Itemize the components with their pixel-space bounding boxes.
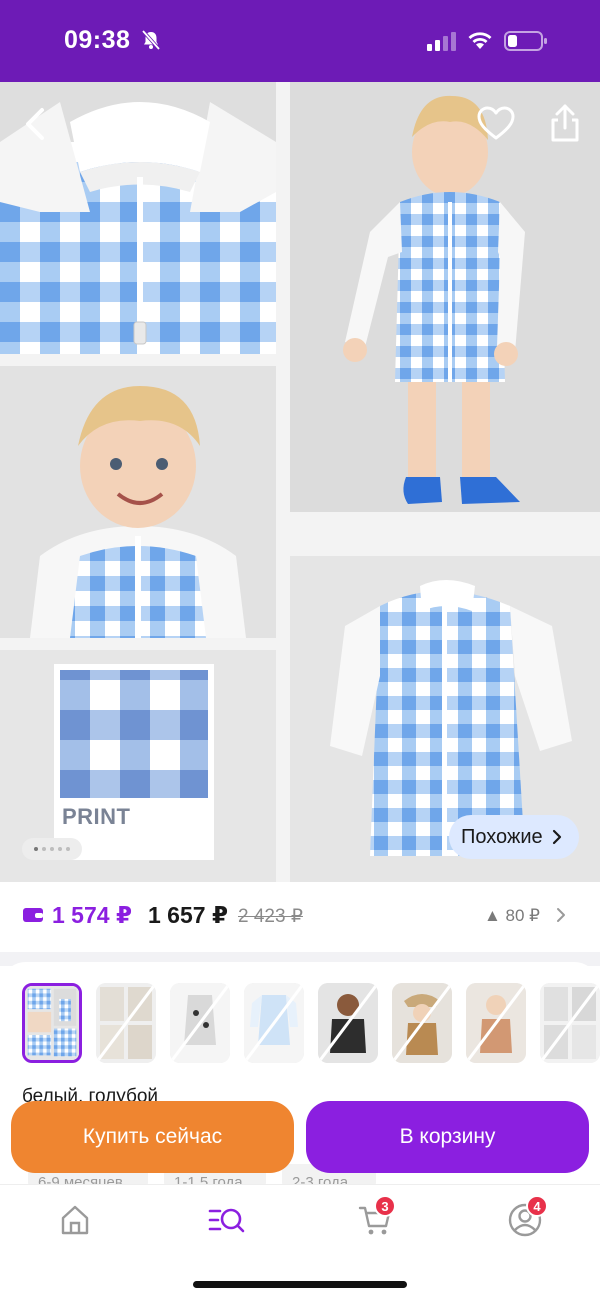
variant-thumb-unavailable[interactable] (96, 983, 156, 1063)
page-dot (42, 847, 46, 851)
product-photo-gallery[interactable]: PRINT (0, 82, 600, 882)
current-price: 1 657 ₽ (148, 902, 228, 928)
similar-label: Похожие (461, 825, 543, 848)
photo-child-smiling[interactable] (0, 366, 276, 638)
battery-icon (504, 31, 547, 51)
page-dot (50, 847, 54, 851)
price-change: ▲ 80 ₽ (484, 906, 540, 925)
page-dot (34, 847, 38, 851)
page-dot (58, 847, 62, 851)
old-price: 2 423 ₽ (238, 906, 303, 927)
variant-thumb-selected[interactable] (22, 983, 82, 1063)
catalog-search-icon[interactable] (207, 1202, 245, 1238)
add-to-cart-button[interactable]: В корзину (306, 1101, 589, 1173)
variant-thumb-unavailable[interactable] (170, 983, 230, 1063)
cart-count-badge: 3 (374, 1195, 396, 1217)
variant-thumb-unavailable[interactable] (318, 983, 378, 1063)
photo-child-standing[interactable] (290, 82, 600, 512)
buy-now-button[interactable]: Купить сейчас (11, 1101, 294, 1173)
favorite-heart-icon[interactable] (476, 104, 516, 144)
variant-thumb-unavailable[interactable] (244, 983, 304, 1063)
home-indicator (193, 1281, 407, 1288)
back-chevron-icon[interactable] (18, 104, 54, 144)
cellular-signal-icon (427, 32, 456, 51)
variant-thumb-unavailable[interactable] (392, 983, 452, 1063)
wallet-price: 1 574 ₽ (52, 902, 132, 928)
status-time: 09:38 (64, 26, 131, 54)
wallet-icon (23, 908, 43, 922)
bell-muted-icon (141, 29, 161, 51)
similar-items-button[interactable]: Похожие (449, 815, 579, 859)
wifi-icon (468, 32, 492, 49)
page-dot (66, 847, 70, 851)
variant-thumb-unavailable[interactable] (466, 983, 526, 1063)
gallery-page-indicator (22, 838, 82, 860)
chevron-right-icon[interactable] (555, 906, 567, 924)
print-label: PRINT (62, 804, 131, 829)
share-icon[interactable] (546, 102, 584, 144)
home-icon[interactable] (57, 1202, 93, 1238)
status-bar: 09:38 (0, 0, 600, 82)
variant-thumb-unavailable[interactable] (540, 983, 600, 1063)
chevron-right-icon (552, 829, 561, 845)
notifications-badge: 4 (526, 1195, 548, 1217)
